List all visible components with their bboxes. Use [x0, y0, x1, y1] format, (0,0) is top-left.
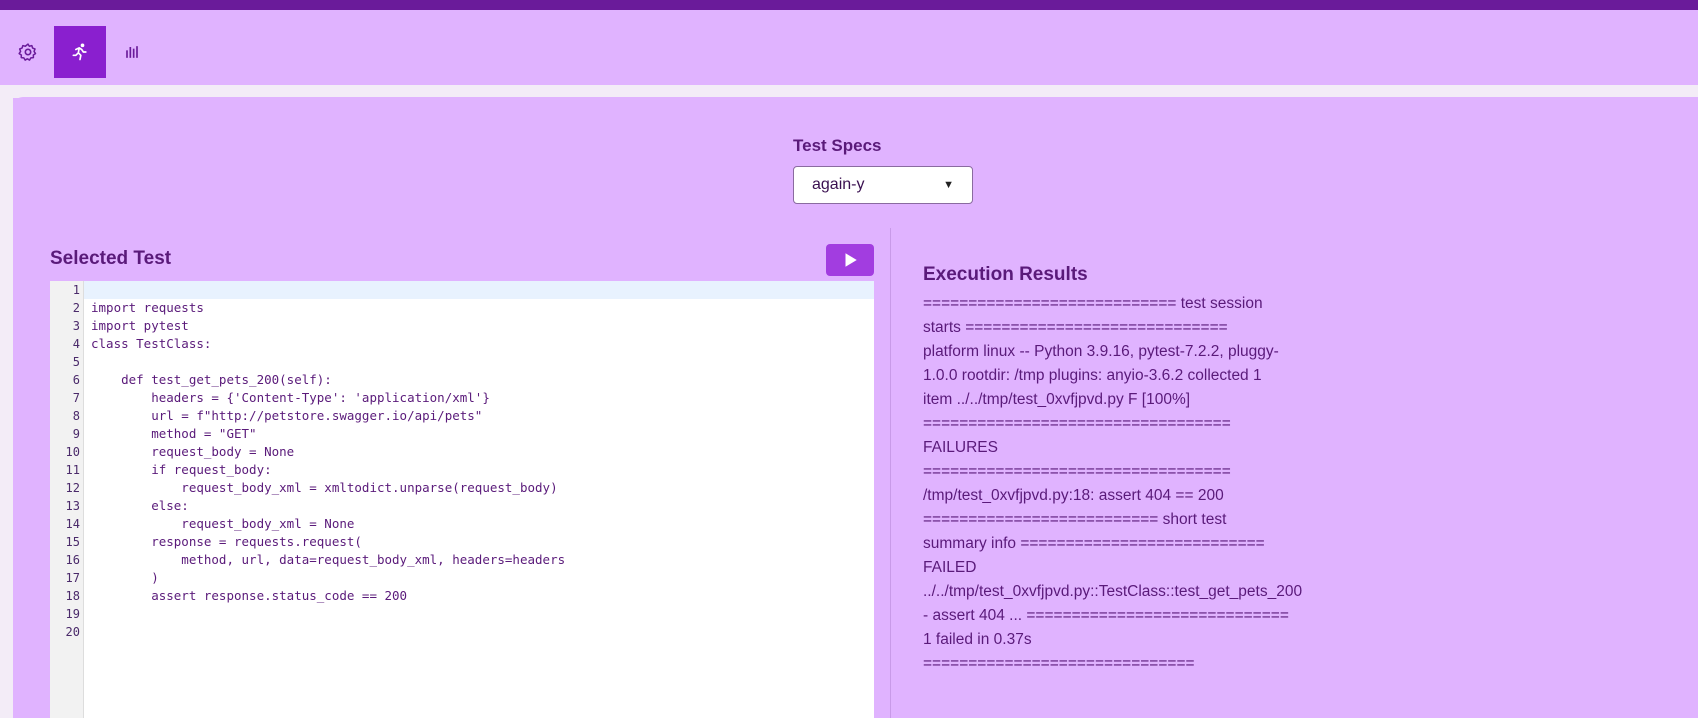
- test-specs-selected-value: again-y: [812, 176, 865, 193]
- line-number: 15: [65, 535, 80, 549]
- code-line: assert response.status_code == 200: [91, 588, 408, 603]
- line-number: 8: [72, 409, 80, 423]
- result-line: 1 failed in 0.37s: [923, 631, 1032, 648]
- line-number: 13: [65, 499, 80, 513]
- result-line: ../../tmp/test_0xvfjpvd.py::TestClass::t…: [923, 583, 1303, 600]
- line-number: 19: [65, 607, 80, 621]
- settings-tab[interactable]: [2, 26, 54, 78]
- result-line: item ../../tmp/test_0xvfjpvd.py F [100%]: [923, 391, 1191, 408]
- result-line: - assert 404 ... =======================…: [923, 607, 1289, 624]
- code-line: response = requests.request(: [91, 534, 362, 549]
- chevron-down-icon: ▼: [943, 179, 954, 191]
- selected-test-title: Selected Test: [50, 248, 172, 269]
- run-tests-tab[interactable]: [54, 26, 106, 78]
- result-line: ==============================: [923, 655, 1195, 672]
- result-line: ==================================: [923, 463, 1231, 480]
- code-line: import pytest: [91, 318, 189, 333]
- line-number: 6: [72, 373, 80, 387]
- line-number: 18: [65, 589, 80, 603]
- code-line: request_body_xml = None: [91, 516, 355, 531]
- code-line: headers = {'Content-Type': 'application/…: [91, 390, 490, 405]
- test-specs-label: Test Specs: [793, 136, 882, 155]
- line-number: 1: [72, 283, 80, 297]
- result-line: FAILURES: [923, 439, 998, 456]
- code-line: if request_body:: [91, 462, 272, 477]
- result-line: ==================================: [923, 415, 1231, 432]
- line-number: 7: [72, 391, 80, 405]
- running-person-icon: [72, 43, 87, 61]
- execution-results-title: Execution Results: [923, 264, 1088, 285]
- code-line: def test_get_pets_200(self):: [91, 372, 332, 387]
- result-line: ============================ test sessio…: [923, 295, 1263, 312]
- result-line: FAILED: [923, 559, 977, 576]
- line-number: 4: [72, 337, 80, 351]
- toolbar: [0, 10, 1698, 85]
- run-test-button[interactable]: [826, 244, 874, 276]
- top-accent-bar: [0, 0, 1698, 10]
- test-specs-select[interactable]: again-y ▼: [793, 166, 973, 204]
- line-number: 17: [65, 571, 80, 585]
- code-line: request_body_xml = xmltodict.unparse(req…: [91, 480, 558, 495]
- bar-chart-icon: [126, 46, 138, 58]
- code-line: import requests: [91, 300, 204, 315]
- code-line: class TestClass:: [91, 336, 212, 351]
- result-line: platform linux -- Python 3.9.16, pytest-…: [923, 343, 1279, 360]
- code-line: else:: [91, 498, 189, 513]
- code-line: request_body = None: [91, 444, 295, 459]
- result-line: starts =============================: [923, 319, 1228, 336]
- result-line: summary info ===========================: [923, 535, 1265, 552]
- left-gutter-strip: [0, 85, 13, 718]
- result-line: ========================== short test: [923, 511, 1227, 528]
- code-line: method, url, data=request_body_xml, head…: [91, 552, 566, 567]
- play-icon: [845, 253, 857, 267]
- line-number: 10: [65, 445, 80, 459]
- reports-tab[interactable]: [106, 26, 158, 78]
- code-line: ): [91, 570, 159, 585]
- line-number: 5: [72, 355, 80, 369]
- line-number: 12: [65, 481, 80, 495]
- result-line: 1.0.0 rootdir: /tmp plugins: anyio-3.6.2…: [923, 367, 1262, 384]
- result-line: /tmp/test_0xvfjpvd.py:18: assert 404 == …: [923, 487, 1224, 504]
- active-line-highlight: [50, 281, 874, 299]
- line-number: 16: [65, 553, 80, 567]
- gear-icon: [18, 43, 37, 61]
- code-editor[interactable]: 1 2 3 4 5 6 7 8 9 10 11 12 13 14 15 16 17 18 19 20 import r…: [50, 281, 874, 718]
- line-number: 20: [65, 625, 80, 639]
- line-number: 3: [72, 319, 80, 333]
- line-number: 9: [72, 427, 80, 441]
- code-line: url = f"http://petstore.swagger.io/api/p…: [91, 408, 483, 423]
- line-number: 14: [65, 517, 80, 531]
- line-number: 2: [72, 301, 80, 315]
- line-number: 11: [65, 463, 80, 477]
- code-line: method = "GET": [91, 426, 257, 441]
- panel-separator: [890, 228, 891, 718]
